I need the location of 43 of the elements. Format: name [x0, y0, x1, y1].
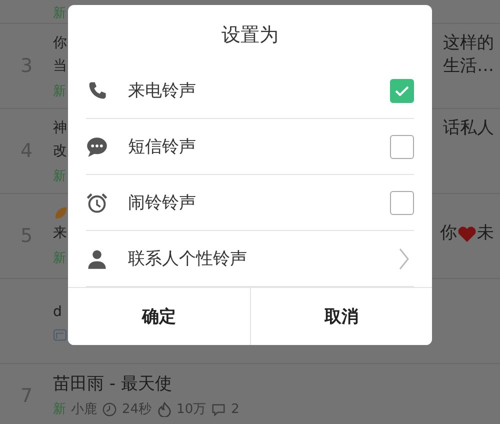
new-tag: 新: [53, 82, 66, 100]
option-row[interactable]: 来电铃声: [86, 63, 414, 119]
title-text: 神: [53, 118, 67, 138]
meta-text: 10万: [176, 401, 206, 418]
title-text: d: [53, 302, 62, 322]
checkbox[interactable]: [390, 190, 414, 214]
option-row[interactable]: 闹铃铃声: [86, 175, 414, 231]
clock-icon: [102, 402, 117, 416]
comment-icon: [211, 402, 226, 416]
title-text: 未: [477, 223, 494, 244]
title-text: 苗田雨 - 最天使: [53, 374, 172, 395]
new-tag: 新: [53, 249, 66, 267]
checkbox[interactable]: [390, 134, 414, 158]
heart-icon: [457, 224, 477, 242]
checkmark-icon: [395, 86, 409, 96]
title-text: 你: [440, 223, 457, 244]
title-text: 这样的: [443, 32, 494, 54]
alarm-clock-icon: [86, 192, 108, 214]
checkbox[interactable]: [390, 78, 414, 102]
option-label: 联系人个性铃声: [128, 248, 248, 270]
title-text: 话私人: [443, 118, 494, 138]
option-row[interactable]: 联系人个性铃声: [86, 231, 414, 287]
new-tag: 新: [53, 400, 66, 418]
new-tag: 新: [53, 4, 66, 22]
option-label: 短信铃声: [128, 136, 197, 158]
title-text: 来: [53, 224, 67, 243]
meta-text: 小鹿: [71, 401, 97, 418]
option-row[interactable]: 短信铃声: [86, 119, 414, 175]
person-icon: [86, 248, 108, 270]
flame-icon: [156, 402, 172, 416]
title-text: 改: [53, 142, 67, 160]
chevron-icon: [398, 246, 410, 270]
dialog-title: 设置为: [220, 23, 280, 48]
meta-text: 24秒: [122, 401, 152, 418]
option-label: 闹铃铃声: [128, 192, 197, 214]
chat-icon: [86, 136, 108, 158]
title-text: 生活…: [443, 56, 494, 76]
title-text: 当: [53, 56, 67, 76]
title-text: 你: [53, 34, 67, 52]
meta-text: 2: [231, 402, 240, 416]
new-tag: 新: [53, 166, 66, 184]
dialog-button[interactable]: 确定: [68, 288, 250, 345]
option-label: 来电铃声: [128, 80, 197, 102]
